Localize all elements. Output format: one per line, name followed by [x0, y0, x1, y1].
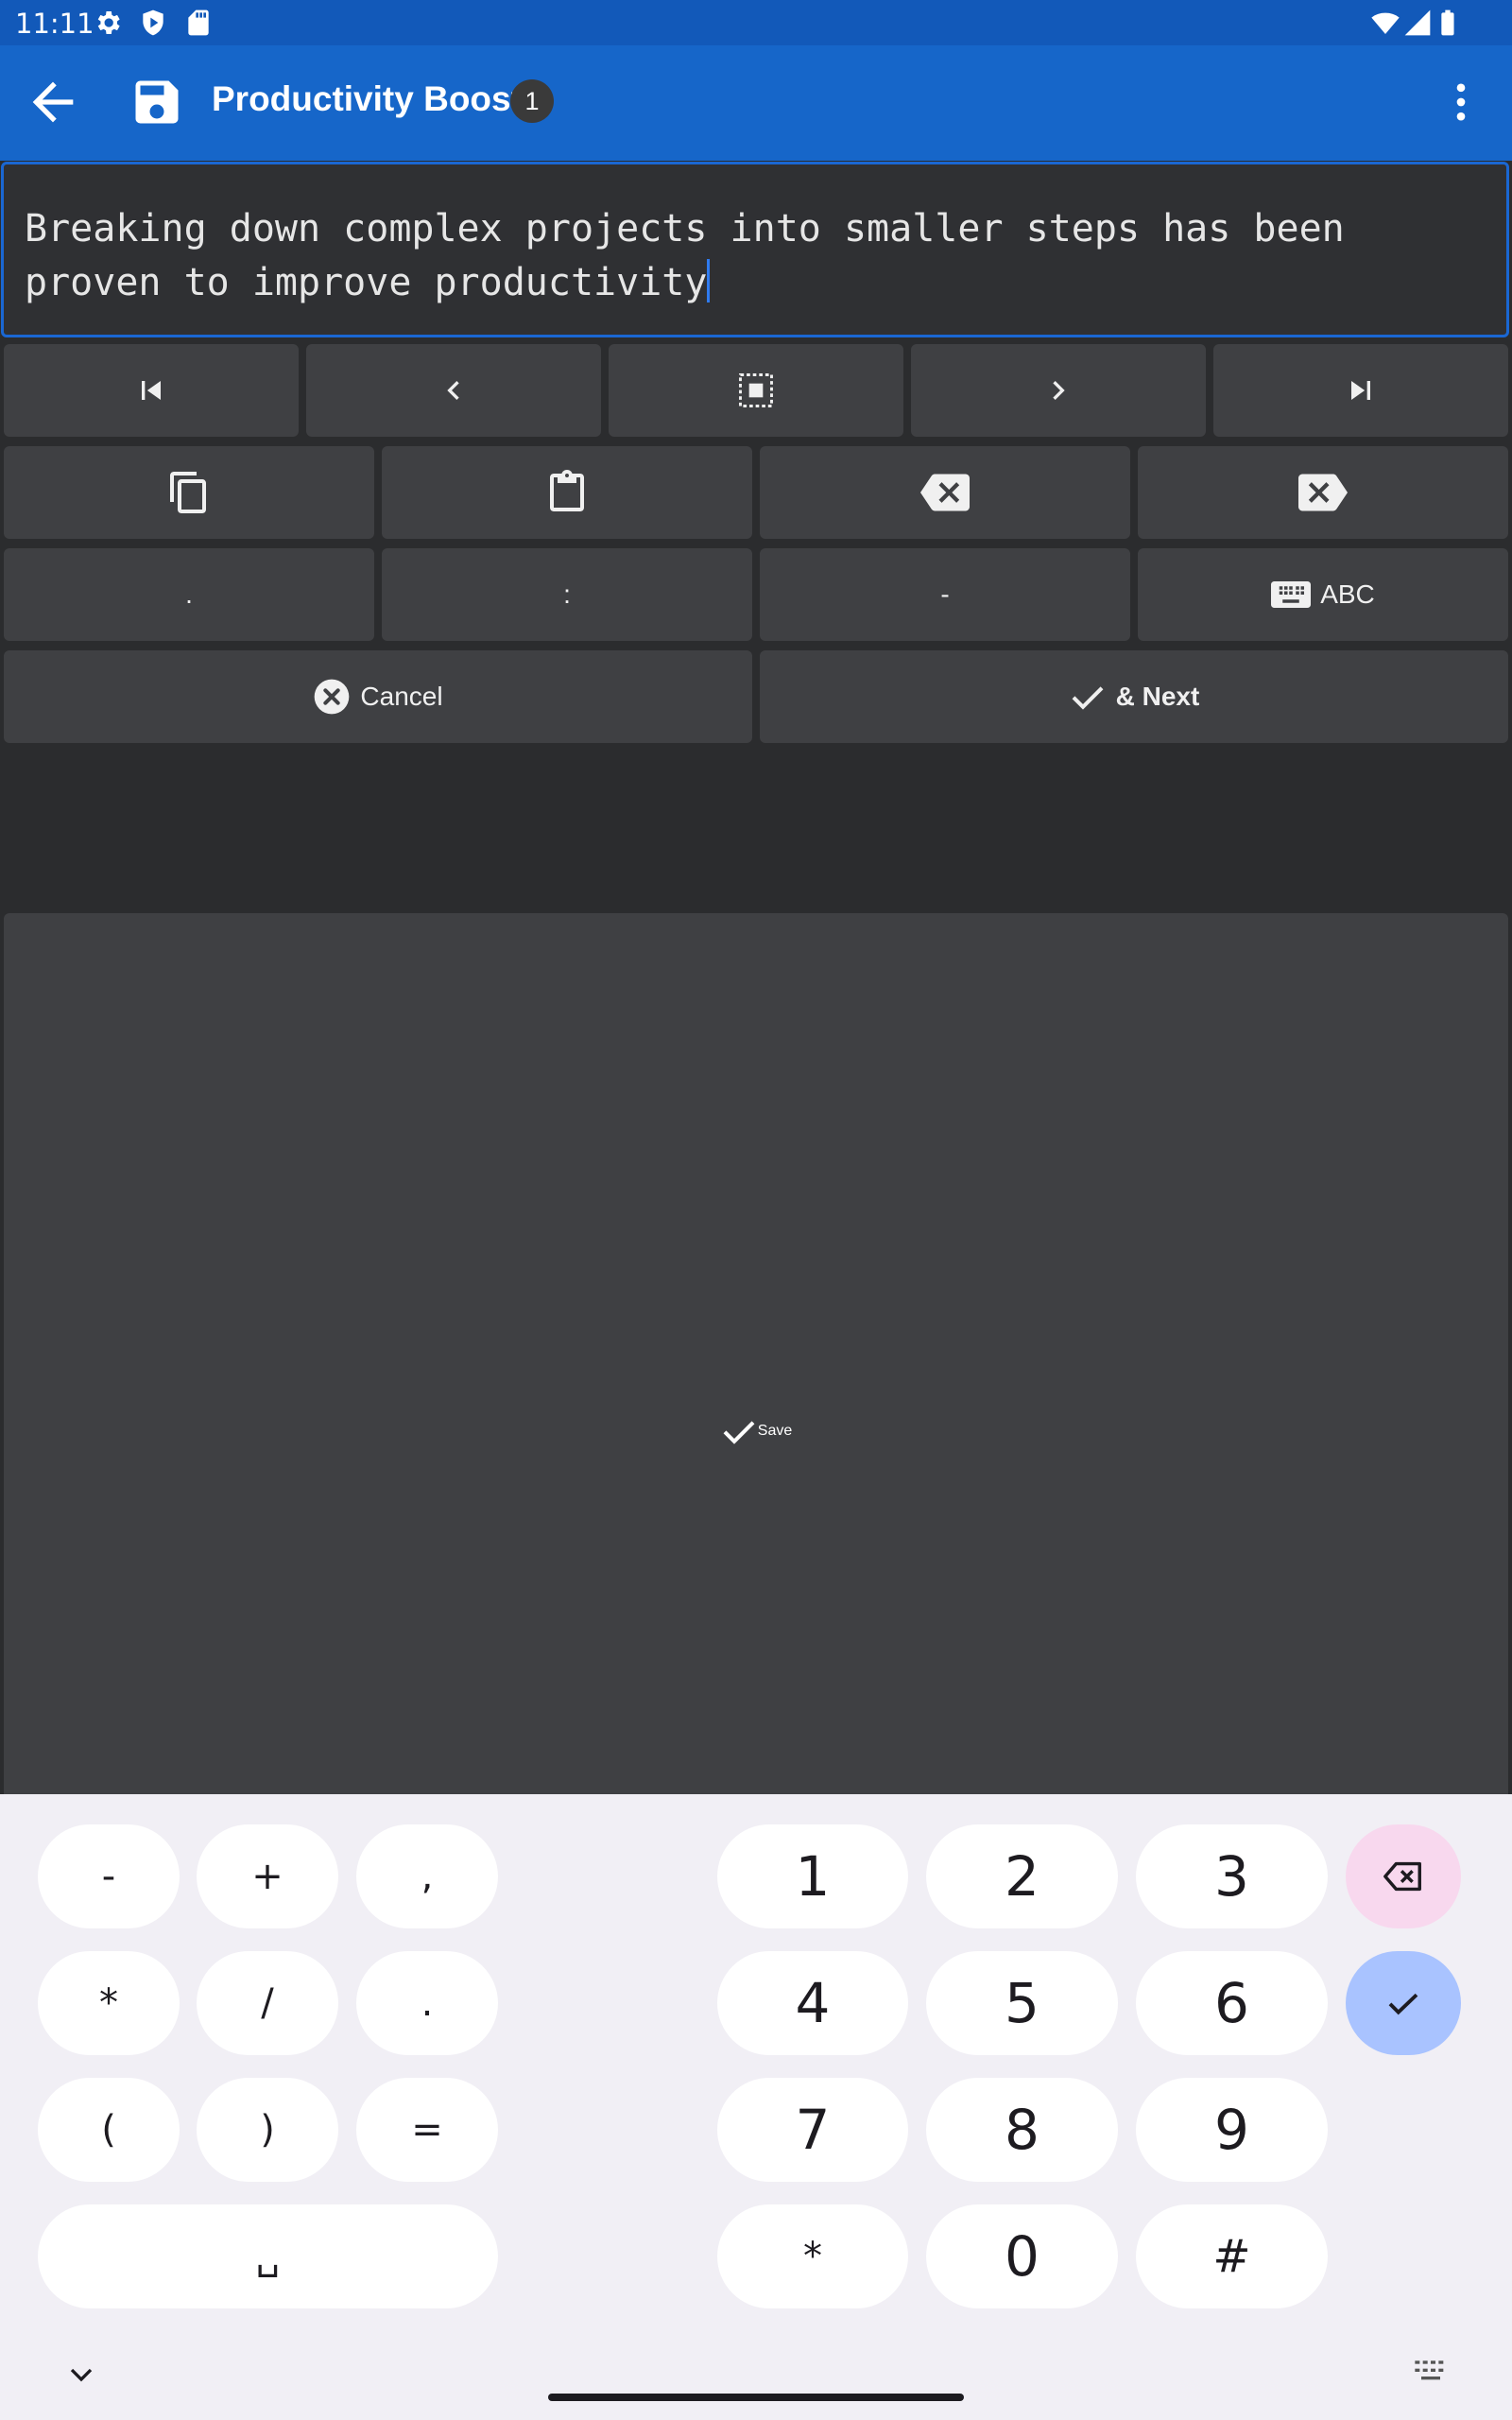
cancel-circle-icon	[315, 679, 350, 715]
dash-key[interactable]: -	[760, 548, 1130, 641]
key-6[interactable]: 6	[1136, 1951, 1328, 2055]
move-right-button[interactable]	[911, 344, 1206, 437]
keyboard-backspace-button[interactable]	[1346, 1824, 1461, 1928]
skip-to-end-icon	[1351, 381, 1370, 400]
delete-forward-button[interactable]	[1138, 446, 1508, 539]
gear-icon	[97, 11, 120, 34]
move-to-end-button[interactable]	[1213, 344, 1508, 437]
chevron-right-icon	[1053, 381, 1065, 400]
key-star[interactable]: *	[717, 2204, 908, 2308]
sd-card-icon	[188, 9, 209, 36]
check-icon	[1072, 686, 1104, 710]
key-asterisk[interactable]: *	[38, 1951, 180, 2055]
text-value: Breaking down complex projects into smal…	[25, 207, 1367, 304]
key-slash[interactable]: /	[197, 1951, 338, 2055]
key-equals[interactable]: =	[356, 2078, 498, 2182]
keyboard-icon	[1271, 581, 1312, 608]
paste-button[interactable]	[382, 446, 752, 539]
keyboard-switch-icon[interactable]	[1412, 2358, 1450, 2386]
check-icon	[1388, 1993, 1418, 2015]
editor-area: Breaking down complex projects into smal…	[0, 161, 1512, 1949]
abc-keyboard-button[interactable]: ABC	[1138, 548, 1508, 641]
save-label: Save	[757, 1423, 793, 1439]
key-4[interactable]: 4	[717, 1951, 908, 2055]
soft-keyboard: - + , * / . ( ) = ␣ 1 2 3 4 5 6 7 8 9 * …	[0, 1794, 1512, 2420]
status-bar: 11:11	[0, 0, 1512, 45]
copy-button[interactable]	[4, 446, 374, 539]
backspace-icon	[920, 474, 970, 511]
move-to-start-button[interactable]	[4, 344, 299, 437]
paste-clipboard-icon	[550, 470, 584, 511]
key-3[interactable]: 3	[1136, 1824, 1328, 1928]
key-1[interactable]: 1	[717, 1824, 908, 1928]
key-7[interactable]: 7	[717, 2078, 908, 2182]
key-space[interactable]: ␣	[38, 2204, 498, 2308]
select-all-button[interactable]	[609, 344, 903, 437]
key-8[interactable]: 8	[926, 2078, 1118, 2182]
key-5[interactable]: 5	[926, 1951, 1118, 2055]
wifi-icon	[1371, 12, 1400, 34]
abc-label: ABC	[1320, 579, 1375, 609]
period-key[interactable]: .	[4, 548, 374, 641]
key-comma[interactable]: ,	[356, 1824, 498, 1928]
signal-icon	[1404, 9, 1431, 36]
battery-icon	[1441, 9, 1454, 36]
colon-key[interactable]: :	[382, 548, 752, 641]
text-caret	[707, 259, 711, 302]
gesture-nav-handle[interactable]	[548, 2394, 964, 2401]
page-title: Productivity Boost	[212, 79, 523, 118]
back-arrow-icon[interactable]	[23, 72, 83, 132]
key-open-paren[interactable]: (	[38, 2078, 180, 2182]
move-left-button[interactable]	[306, 344, 601, 437]
key-hash[interactable]: #	[1136, 2204, 1328, 2308]
backspace-icon	[1383, 1861, 1421, 1892]
save-disk-icon[interactable]	[129, 74, 185, 130]
status-time: 11:11	[15, 8, 94, 40]
more-vert-icon[interactable]	[1436, 72, 1486, 132]
shield-icon	[143, 9, 163, 36]
check-icon	[723, 1421, 755, 1444]
app-bar: Productivity Boost 1	[0, 45, 1512, 161]
key-plus[interactable]: +	[197, 1824, 338, 1928]
key-period[interactable]: .	[356, 1951, 498, 2055]
count-badge: 1	[510, 79, 554, 123]
skip-to-start-icon	[142, 381, 161, 400]
collapse-chevron-icon[interactable]	[62, 2356, 100, 2394]
text-input[interactable]: Breaking down complex projects into smal…	[1, 162, 1509, 337]
key-minus[interactable]: -	[38, 1824, 180, 1928]
save-and-next-button[interactable]: & Next	[760, 650, 1508, 743]
key-0[interactable]: 0	[926, 2204, 1118, 2308]
key-2[interactable]: 2	[926, 1824, 1118, 1928]
cancel-button[interactable]: Cancel	[4, 650, 752, 743]
select-all-icon	[739, 373, 773, 407]
next-label: & Next	[1115, 682, 1200, 711]
keyboard-done-button[interactable]	[1346, 1951, 1461, 2055]
key-9[interactable]: 9	[1136, 2078, 1328, 2182]
key-close-paren[interactable]: )	[197, 2078, 338, 2182]
backspace-button[interactable]	[760, 446, 1130, 539]
cancel-label: Cancel	[360, 682, 443, 711]
copy-icon	[170, 472, 206, 513]
chevron-left-icon	[447, 381, 459, 400]
delete-forward-icon	[1298, 474, 1348, 511]
